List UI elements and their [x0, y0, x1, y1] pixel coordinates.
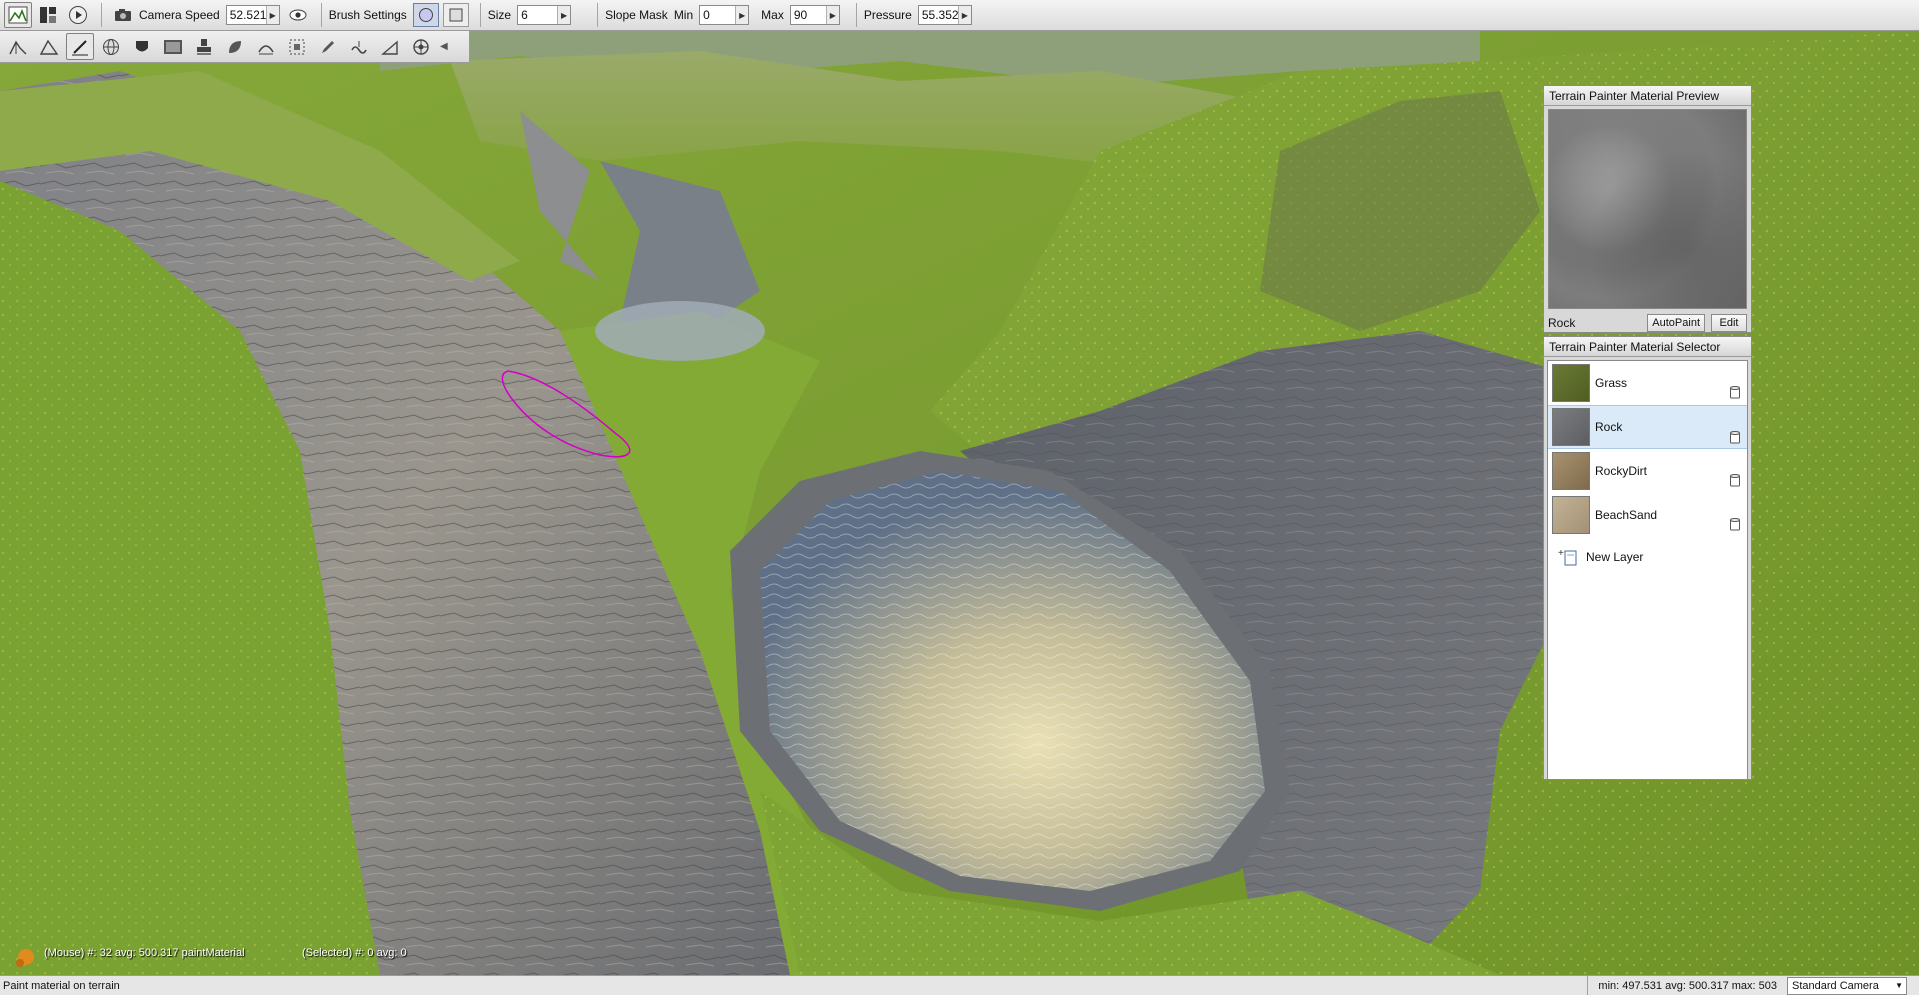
- stamp-icon[interactable]: [190, 33, 218, 60]
- toolbar-separator: [320, 3, 322, 27]
- material-preview-panel: Terrain Painter Material Preview Rock Au…: [1543, 85, 1752, 333]
- svg-text:+: +: [1558, 548, 1564, 559]
- main-toolbar: Camera Speed 52.521 ▶ Brush Settings Siz…: [0, 0, 1919, 31]
- collapse-toolbar-icon[interactable]: ◀: [440, 41, 448, 52]
- pressure-label: Pressure: [863, 8, 912, 22]
- slope-icon[interactable]: [376, 33, 404, 60]
- camera-speed-label: Camera Speed: [139, 8, 220, 22]
- spinner-arrow-icon[interactable]: ▶: [735, 6, 749, 24]
- settings-wheel-icon[interactable]: [407, 33, 435, 60]
- brush-size-value: 6: [521, 8, 528, 22]
- circle-brush-button[interactable]: [412, 3, 439, 27]
- slope-max-label: Max: [761, 8, 784, 22]
- raise-terrain-icon[interactable]: [4, 33, 32, 60]
- material-item-beachsand[interactable]: BeachSand: [1548, 493, 1747, 537]
- new-layer-label: New Layer: [1586, 550, 1644, 564]
- spinner-arrow-icon[interactable]: ▶: [557, 6, 571, 24]
- delete-layer-icon[interactable]: [1729, 385, 1741, 402]
- selected-info-text: (Selected) #: 0 avg: 0: [302, 947, 407, 959]
- new-layer-item[interactable]: + New Layer: [1548, 537, 1747, 577]
- material-preview-image: [1548, 109, 1747, 309]
- edit-material-button[interactable]: Edit: [1711, 314, 1747, 332]
- slope-min-field[interactable]: 0 ▶: [699, 5, 750, 25]
- material-preview-controls: Rock AutoPaint Edit: [1544, 312, 1751, 334]
- pressure-field[interactable]: 55.352 ▶: [917, 5, 972, 25]
- slope-min-value: 0: [703, 8, 710, 22]
- camera-icon[interactable]: [109, 2, 137, 28]
- terrain-tools-toolbar: ◀: [0, 31, 470, 63]
- pencil-icon[interactable]: [314, 33, 342, 60]
- grass-thumbnail: [1552, 363, 1590, 402]
- rock-thumbnail: [1552, 408, 1590, 446]
- smooth-icon[interactable]: [252, 33, 280, 60]
- beachsand-thumbnail: [1552, 495, 1590, 534]
- preview-material-name: Rock: [1548, 316, 1576, 330]
- pressure-value: 55.352: [921, 8, 959, 22]
- globe-icon[interactable]: [97, 33, 125, 60]
- slope-max-field[interactable]: 90 ▶: [789, 5, 840, 25]
- mountain-icon[interactable]: [35, 33, 63, 60]
- delete-layer-icon[interactable]: [1729, 517, 1741, 534]
- circle-brush-icon: [418, 8, 433, 22]
- material-name: BeachSand: [1595, 507, 1658, 522]
- status-bar: Paint material on terrain min: 497.531 a…: [0, 975, 1919, 995]
- wave-brush-icon[interactable]: [345, 33, 373, 60]
- material-item-rockydirt[interactable]: RockyDirt: [1548, 449, 1747, 493]
- material-item-grass[interactable]: Grass: [1548, 361, 1747, 405]
- slope-mask-label: Slope Mask: [605, 8, 668, 22]
- square-brush-icon: [449, 8, 463, 22]
- paint-brush-icon[interactable]: [66, 33, 94, 60]
- delete-layer-icon[interactable]: [1729, 473, 1741, 490]
- new-layer-icon: +: [1558, 548, 1577, 566]
- toolbar-separator: [597, 3, 599, 27]
- brush-settings-label: Brush Settings: [328, 8, 407, 22]
- play-icon[interactable]: [64, 2, 92, 28]
- box-brush-button[interactable]: [442, 3, 469, 27]
- camera-speed-field[interactable]: 52.521 ▶: [225, 5, 280, 25]
- material-list: Grass Rock RockyDirt BeachSand + New Lay…: [1547, 360, 1748, 780]
- camera-speed-value: 52.521: [229, 8, 267, 22]
- spinner-arrow-icon[interactable]: ▶: [825, 6, 839, 24]
- image-icon[interactable]: [159, 33, 187, 60]
- selection-box-icon[interactable]: [283, 33, 311, 60]
- rock-texture-image: [1549, 110, 1746, 308]
- chevron-down-icon: ▼: [1895, 980, 1903, 990]
- material-name: RockyDirt: [1595, 463, 1648, 478]
- shield-icon[interactable]: [128, 33, 156, 60]
- visibility-eye-icon[interactable]: [284, 2, 312, 28]
- terrain-editor-icon[interactable]: [4, 2, 32, 28]
- rockydirt-thumbnail: [1552, 451, 1590, 490]
- material-name: Rock: [1595, 420, 1623, 434]
- brush-size-field[interactable]: 6 ▶: [517, 5, 572, 25]
- delete-layer-icon[interactable]: [1729, 430, 1741, 447]
- toolbar-separator: [855, 3, 857, 27]
- slope-max-value: 90: [793, 8, 808, 22]
- leaf-icon[interactable]: [221, 33, 249, 60]
- material-selector-title: Terrain Painter Material Selector: [1544, 337, 1751, 357]
- camera-select-value: Standard Camera: [1792, 979, 1879, 992]
- autopaint-button[interactable]: AutoPaint: [1647, 314, 1705, 332]
- material-name: Grass: [1595, 375, 1628, 390]
- status-message: Paint material on terrain: [3, 979, 120, 992]
- mouse-info-text: (Mouse) #: 32 avg: 500.317 paintMaterial: [44, 947, 245, 959]
- material-preview-title: Terrain Painter Material Preview: [1544, 86, 1751, 106]
- material-item-rock[interactable]: Rock: [1548, 405, 1747, 449]
- size-label: Size: [487, 8, 512, 22]
- height-stats: min: 497.531 avg: 500.317 max: 503: [1587, 975, 1787, 995]
- layout-icon[interactable]: [34, 2, 62, 28]
- spinner-arrow-icon[interactable]: ▶: [265, 6, 279, 24]
- toolbar-separator: [101, 3, 102, 27]
- camera-select[interactable]: Standard Camera ▼: [1787, 976, 1907, 995]
- material-selector-panel: Terrain Painter Material Selector Grass …: [1543, 336, 1752, 780]
- slope-min-label: Min: [673, 8, 694, 22]
- toolbar-separator: [479, 3, 481, 27]
- spinner-arrow-icon[interactable]: ▶: [957, 6, 971, 24]
